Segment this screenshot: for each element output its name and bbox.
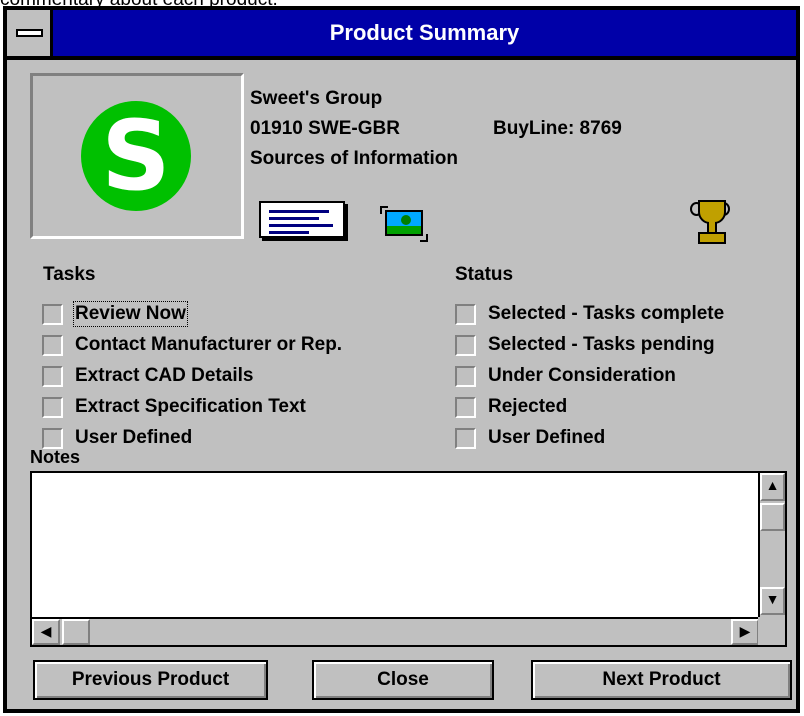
status-checkbox-user-defined[interactable]: User Defined [455, 425, 605, 451]
status-checkbox-rejected[interactable]: Rejected [455, 394, 567, 420]
sources-of-information: Sources of Information [250, 148, 458, 169]
checkbox[interactable] [42, 396, 63, 418]
title-bar[interactable]: Product Summary [7, 10, 796, 60]
checkbox-label: Extract Specification Text [75, 396, 306, 417]
checkbox[interactable] [42, 334, 63, 356]
checkbox-label: Extract CAD Details [75, 365, 254, 386]
document-icon[interactable] [259, 201, 345, 238]
product-logo-frame: S [30, 73, 244, 239]
checkbox-label: Review Now [73, 301, 188, 327]
picture-icon[interactable] [380, 206, 428, 242]
notes-label: Notes [30, 447, 81, 467]
task-checkbox-extract-spec[interactable]: Extract Specification Text [42, 394, 306, 420]
scrollbar-corner [758, 617, 785, 645]
tasks-label: Tasks [43, 264, 96, 285]
status-checkbox-selected-complete[interactable]: Selected - Tasks complete [455, 301, 724, 327]
company-name: Sweet's Group [250, 88, 383, 109]
window-title: Product Summary [329, 20, 520, 45]
scroll-right-button[interactable]: ▶ [731, 619, 759, 645]
system-menu-button[interactable] [7, 10, 53, 56]
horizontal-scrollbar[interactable]: ◀ ▶ [32, 617, 759, 645]
previous-product-button[interactable]: Previous Product [33, 660, 268, 700]
vertical-scroll-thumb[interactable] [760, 503, 785, 531]
next-product-button[interactable]: Next Product [531, 660, 792, 700]
status-label: Status [455, 264, 514, 285]
checkbox[interactable] [455, 396, 476, 418]
status-checkbox-selected-pending[interactable]: Selected - Tasks pending [455, 332, 715, 358]
checkbox-label: Rejected [488, 396, 568, 417]
checkbox[interactable] [42, 427, 63, 449]
checkbox[interactable] [42, 365, 63, 387]
status-checkbox-under-consideration[interactable]: Under Consideration [455, 363, 676, 389]
task-checkbox-extract-cad[interactable]: Extract CAD Details [42, 363, 253, 389]
company-logo: S [81, 101, 191, 211]
checkbox-label: Under Consideration [488, 365, 676, 386]
checkbox[interactable] [42, 303, 63, 325]
notes-textarea[interactable]: ▲ ▼ ◀ ▶ [30, 471, 787, 647]
checkbox[interactable] [455, 334, 476, 356]
close-button[interactable]: Close [312, 660, 494, 700]
system-menu-icon [16, 29, 43, 37]
horizontal-scroll-thumb[interactable] [62, 619, 90, 645]
checkbox[interactable] [455, 427, 476, 449]
product-summary-window: Product Summary S Sweet's Group 01910 SW… [3, 6, 800, 713]
checkbox-label: Contact Manufacturer or Rep. [75, 334, 343, 355]
task-checkbox-contact-manufacturer[interactable]: Contact Manufacturer or Rep. [42, 332, 342, 358]
dialog-body: S Sweet's Group 01910 SWE-GBR BuyLine: 8… [7, 60, 796, 709]
buyline-number: BuyLine: 8769 [493, 118, 622, 139]
checkbox-label: User Defined [488, 427, 606, 448]
scroll-up-button[interactable]: ▲ [760, 473, 785, 501]
checkbox-label: User Defined [75, 427, 193, 448]
trophy-icon[interactable] [690, 200, 730, 244]
checkbox[interactable] [455, 365, 476, 387]
checkbox[interactable] [455, 303, 476, 325]
task-checkbox-review-now[interactable]: Review Now [42, 301, 188, 327]
vertical-scrollbar[interactable]: ▲ ▼ [758, 473, 785, 617]
checkbox-label: Selected - Tasks pending [488, 334, 715, 355]
product-code: 01910 SWE-GBR [250, 118, 400, 139]
checkbox-label: Selected - Tasks complete [488, 303, 725, 324]
scroll-left-button[interactable]: ◀ [32, 619, 60, 645]
scroll-down-button[interactable]: ▼ [760, 587, 785, 615]
